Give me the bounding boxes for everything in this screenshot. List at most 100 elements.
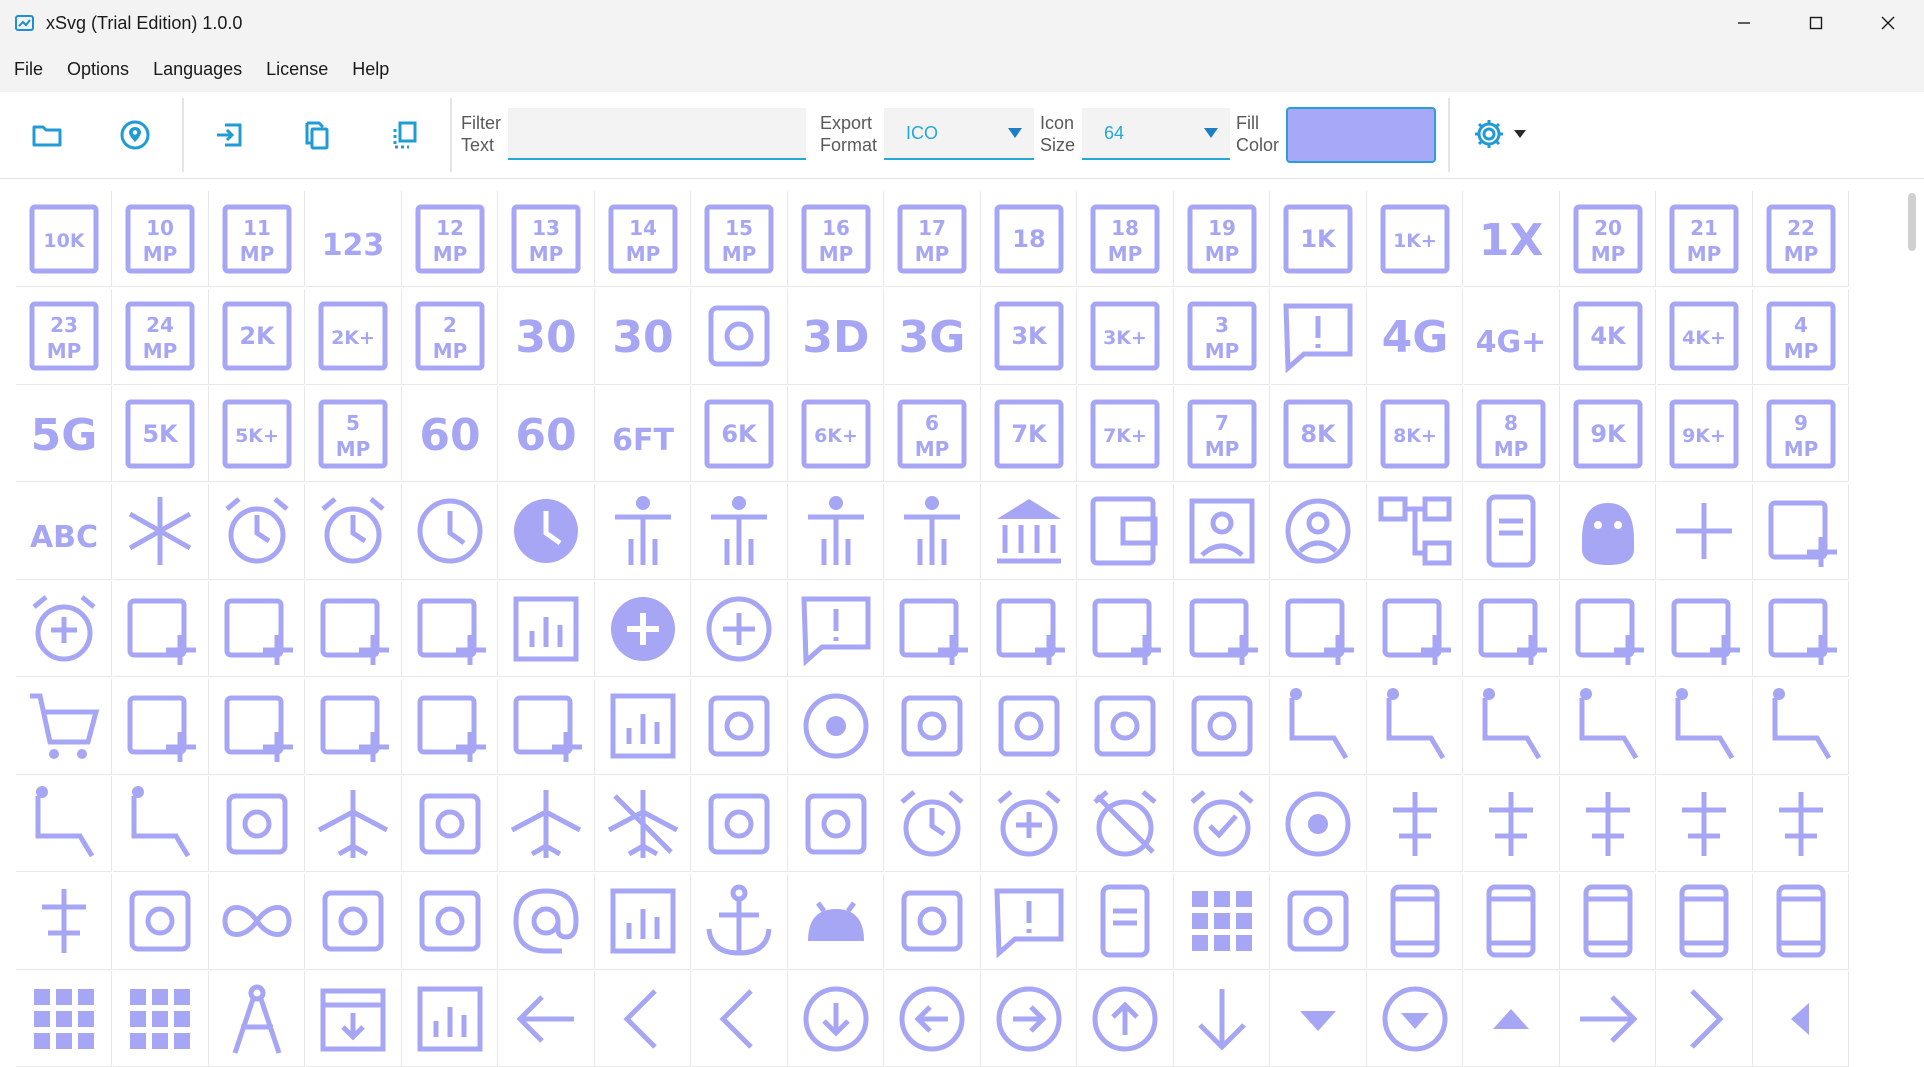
icon-cell-2mp[interactable]: 2 MP xyxy=(402,288,498,385)
icon-cell-22mp[interactable]: 22 MP xyxy=(1753,191,1849,287)
icon-cell-align-horizontal-left[interactable] xyxy=(1463,776,1560,872)
icon-cell-add-link[interactable] xyxy=(1174,581,1270,677)
icon-cell-airplay[interactable] xyxy=(691,776,788,872)
icon-cell-3k-plus[interactable]: 3K+ xyxy=(1077,288,1174,385)
icon-cell-30fps-select[interactable]: 30 xyxy=(595,288,691,385)
icon-cell-airline-seat-legroom-normal[interactable] xyxy=(1656,678,1753,775)
select-copy-button[interactable] xyxy=(380,110,430,160)
icon-cell-add-reaction[interactable] xyxy=(1656,581,1753,677)
icon-cell-1k-plus[interactable]: 1K+ xyxy=(1367,191,1463,287)
icon-cell-arrow-forward[interactable] xyxy=(1560,971,1656,1067)
icon-cell-16mp[interactable]: 16 MP xyxy=(788,191,884,287)
icon-cell-addchart[interactable] xyxy=(595,678,691,775)
icon-cell-1x[interactable]: 1X xyxy=(1463,191,1560,287)
icon-cell-360[interactable] xyxy=(691,288,788,385)
icon-cell-3g[interactable]: 3G xyxy=(884,288,981,385)
icon-cell-account-balance-wallet[interactable] xyxy=(1077,483,1174,580)
icon-cell-arrow-drop-down[interactable] xyxy=(1270,971,1367,1067)
icon-cell-4mp[interactable]: 4 MP xyxy=(1753,288,1849,385)
export-format-select[interactable]: ICO xyxy=(884,108,1034,160)
icon-cell-3mp[interactable]: 3 MP xyxy=(1174,288,1270,385)
icon-cell-add-photo-alternate[interactable] xyxy=(1560,581,1656,677)
icon-cell-apps[interactable] xyxy=(16,971,112,1067)
icon-cell-apartment[interactable] xyxy=(1174,873,1270,970)
menu-languages[interactable]: Languages xyxy=(141,59,254,80)
icon-cell-area-chart[interactable] xyxy=(402,971,498,1067)
icon-cell-19mp[interactable]: 19 MP xyxy=(1174,191,1270,287)
icon-cell-airline-seat-flat-angled[interactable] xyxy=(1367,678,1463,775)
icon-cell-4g[interactable]: 4G xyxy=(1367,288,1463,385)
icon-cell-airplane-ticket[interactable] xyxy=(402,776,498,872)
locate-button[interactable] xyxy=(110,110,160,160)
icon-cell-airplanemode-active[interactable] xyxy=(498,776,595,872)
icon-cell-3p[interactable] xyxy=(1270,288,1367,385)
icon-cell-add-chart[interactable] xyxy=(498,581,595,677)
icon-cell-add-task[interactable] xyxy=(112,678,209,775)
icon-cell-arrow-forward-ios[interactable] xyxy=(1656,971,1753,1067)
icon-cell-add-location-alt[interactable] xyxy=(1367,581,1463,677)
icon-cell-add-home[interactable] xyxy=(884,581,981,677)
icon-cell-5k[interactable]: 5K xyxy=(112,386,209,482)
icon-cell-add-to-drive[interactable] xyxy=(209,678,305,775)
icon-cell-anchor[interactable] xyxy=(691,873,788,970)
menu-help[interactable]: Help xyxy=(340,59,401,80)
icon-cell-14mp[interactable]: 14 MP xyxy=(595,191,691,287)
icon-cell-align-vertical-bottom[interactable] xyxy=(1656,776,1753,872)
icon-cell-arrow-drop-up[interactable] xyxy=(1463,971,1560,1067)
icon-cell-architecture[interactable] xyxy=(209,971,305,1067)
icon-cell-6-ft-apart[interactable]: 6FT xyxy=(595,386,691,482)
icon-cell-8k[interactable]: 8K xyxy=(1270,386,1367,482)
icon-cell-4k-plus[interactable]: 4K+ xyxy=(1656,288,1753,385)
icon-cell-arrow-downward[interactable] xyxy=(1174,971,1270,1067)
icon-cell-agriculture[interactable] xyxy=(1077,678,1174,775)
icon-cell-add-alarm[interactable] xyxy=(16,581,112,677)
icon-cell-accessible[interactable] xyxy=(788,483,884,580)
icon-cell-12mp[interactable]: 12 MP xyxy=(402,191,498,287)
scrollbar-thumb[interactable] xyxy=(1908,193,1916,251)
icon-cell-admin-panel-settings[interactable] xyxy=(884,678,981,775)
icon-cell-4g-plus[interactable]: 4G+ xyxy=(1463,288,1560,385)
icon-cell-all-inclusive[interactable] xyxy=(209,873,305,970)
icon-cell-21mp[interactable]: 21 MP xyxy=(1656,191,1753,287)
icon-cell-add-card[interactable] xyxy=(402,581,498,677)
icon-cell-add-circle[interactable] xyxy=(595,581,691,677)
settings-menu-button[interactable] xyxy=(1472,114,1526,154)
icon-cell-20mp[interactable]: 20 MP xyxy=(1560,191,1656,287)
icon-cell-2k[interactable]: 2K xyxy=(209,288,305,385)
icon-cell-9mp[interactable]: 9 MP xyxy=(1753,386,1849,482)
icon-cell-add-to-queue[interactable] xyxy=(498,678,595,775)
icon-cell-app-shortcut[interactable] xyxy=(1656,873,1753,970)
menu-file[interactable]: File xyxy=(0,59,55,80)
icon-cell-airport-shuttle[interactable] xyxy=(788,776,884,872)
icon-cell-7mp[interactable]: 7 MP xyxy=(1174,386,1270,482)
icon-cell-app-settings-alt[interactable] xyxy=(1560,873,1656,970)
icon-cell-add-alert[interactable] xyxy=(112,581,209,677)
icon-cell-add-moderator[interactable] xyxy=(1463,581,1560,677)
icon-cell-add-to-home-screen[interactable] xyxy=(305,678,402,775)
icon-cell-add-to-photos[interactable] xyxy=(402,678,498,775)
icon-cell-accessibility[interactable] xyxy=(595,483,691,580)
icon-cell-60fps-select[interactable]: 60 xyxy=(498,386,595,482)
icon-cell-18[interactable]: 18 xyxy=(981,191,1077,287)
icon-cell-access-alarm[interactable] xyxy=(209,483,305,580)
copy-button[interactable] xyxy=(292,110,342,160)
icon-cell-4k[interactable]: 4K xyxy=(1560,288,1656,385)
icon-cell-align-vertical-center[interactable] xyxy=(1753,776,1849,872)
icon-cell-alarm-add[interactable] xyxy=(981,776,1077,872)
icon-cell-60fps[interactable]: 60 xyxy=(402,386,498,482)
icon-cell-3k[interactable]: 3K xyxy=(981,288,1077,385)
icon-cell-adf-scanner[interactable] xyxy=(691,678,788,775)
icon-cell-accessibility-new[interactable] xyxy=(691,483,788,580)
icon-cell-airplanemode-inactive[interactable] xyxy=(595,776,691,872)
icon-cell-8mp[interactable]: 8 MP xyxy=(1463,386,1560,482)
icon-cell-30fps[interactable]: 30 xyxy=(498,288,595,385)
icon-cell-9k-plus[interactable]: 9K+ xyxy=(1656,386,1753,482)
icon-cell-analytics[interactable] xyxy=(595,873,691,970)
icon-cell-ad-units[interactable] xyxy=(1463,483,1560,580)
filter-text-input[interactable] xyxy=(508,108,806,160)
icon-cell-alarm-off[interactable] xyxy=(1077,776,1174,872)
close-button[interactable] xyxy=(1852,0,1924,46)
icon-cell-alarm-on[interactable] xyxy=(1174,776,1270,872)
icon-cell-alternate-email[interactable] xyxy=(498,873,595,970)
icon-cell-airline-seat-legroom-reduced[interactable] xyxy=(1753,678,1849,775)
